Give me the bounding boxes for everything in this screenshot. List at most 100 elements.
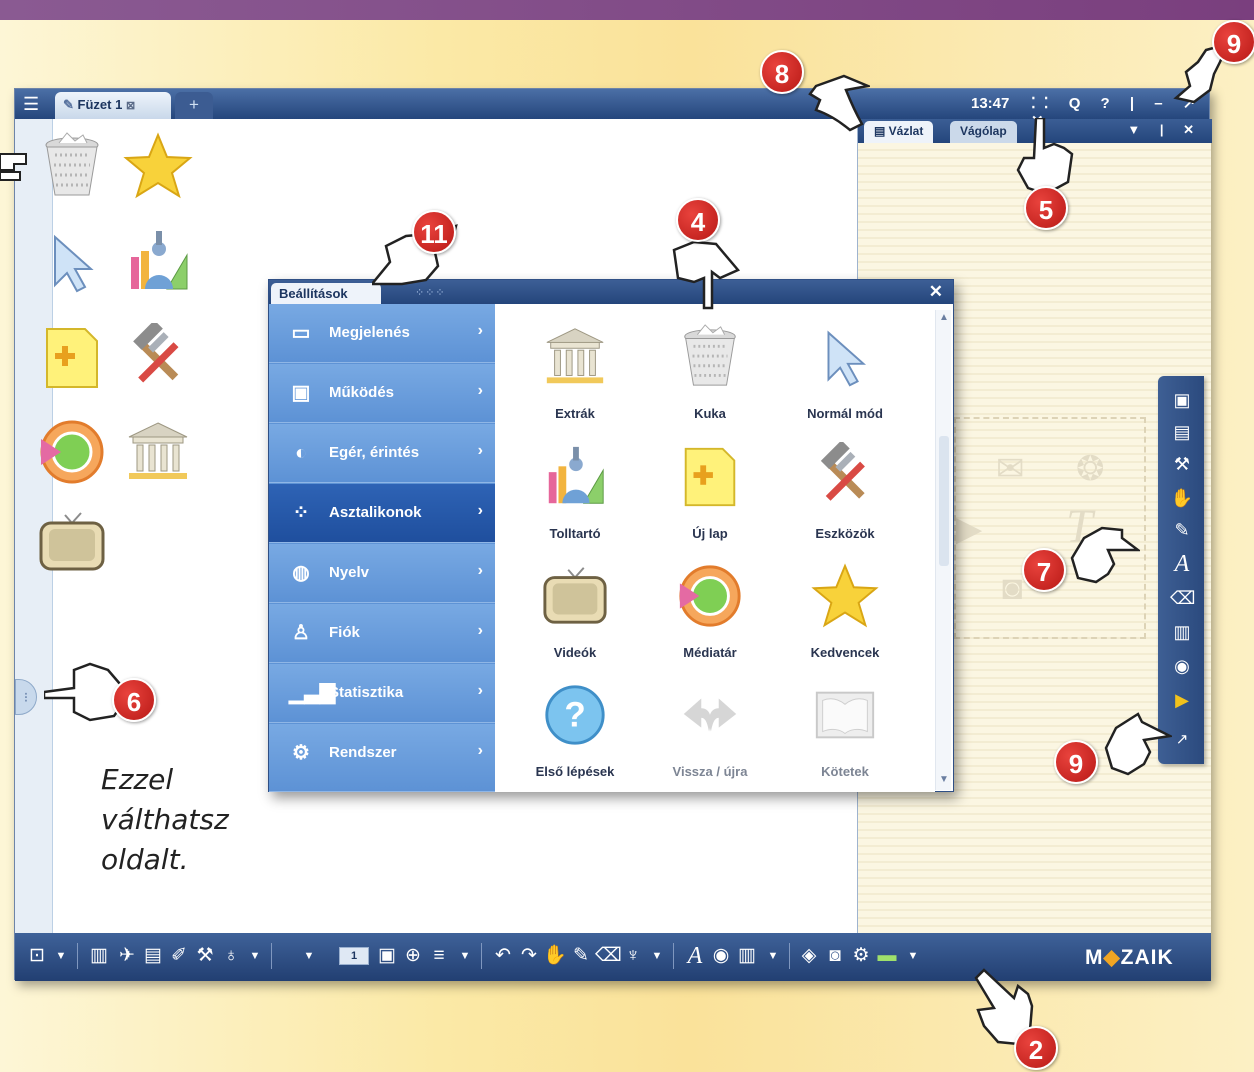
tile-normal-mod[interactable]: Normál mód	[780, 320, 910, 438]
book-icon[interactable]: ▥	[87, 945, 111, 967]
redo-icon[interactable]: ↷	[517, 945, 541, 967]
tile-eszkozok[interactable]: Eszközök	[780, 440, 910, 558]
close-icon[interactable]: ✕	[929, 282, 943, 302]
nav-item-rendszer[interactable]: ⚙ Rendszer ›	[269, 724, 495, 792]
new-page-icon	[684, 447, 736, 507]
page-icon[interactable]: ▤	[141, 945, 165, 967]
extras-icon[interactable]	[123, 417, 193, 487]
screen-icon[interactable]: ◈	[797, 945, 821, 967]
settings-gear-icon[interactable]: ⚙	[849, 945, 873, 967]
nav-item-fiok[interactable]: ♙ Fiók ›	[269, 604, 495, 663]
callout-badge: 11	[412, 210, 456, 254]
nav-item-statisztika[interactable]: ▁▃▇ Statisztika ›	[269, 664, 495, 723]
text-tool-icon[interactable]: A	[1170, 552, 1194, 576]
tile-videok[interactable]: Videók	[510, 559, 640, 677]
media-icon[interactable]: ◉	[1170, 654, 1194, 678]
hammer-icon[interactable]: ⚒	[1170, 452, 1194, 476]
tile-tolltarto[interactable]: Tolltartó	[510, 440, 640, 558]
media-library-icon	[679, 565, 741, 627]
tile-kuka[interactable]: Kuka	[645, 320, 775, 438]
hamburger-menu-icon[interactable]: ☰	[23, 95, 45, 113]
nav-label: Egér, érintés	[329, 444, 420, 461]
bulb-icon[interactable]: ♁	[219, 945, 243, 967]
hammer-icon[interactable]: ⚒	[193, 945, 217, 967]
dropdown-icon[interactable]: ▼	[243, 945, 267, 967]
tab-vazlat[interactable]: ▤ Vázlat	[864, 121, 934, 143]
chevron-right-icon: ›	[477, 742, 483, 759]
tv-icon[interactable]	[37, 507, 107, 577]
scroll-up-icon[interactable]: ▲	[936, 312, 952, 326]
tile-kedvencek[interactable]: Kedvencek	[780, 559, 910, 677]
tile-kotetek[interactable]: Kötetek	[780, 678, 910, 796]
keyboard-icon[interactable]: ▬	[875, 945, 899, 967]
detach-icon[interactable]: ↗	[1170, 728, 1194, 752]
chevron-right-icon: ›	[477, 502, 483, 519]
pen-icon[interactable]: ✎	[1170, 518, 1194, 542]
tile-vissza-ujra[interactable]: Vissza / újra	[645, 678, 775, 796]
tab-close-icon[interactable]: ⊠	[126, 100, 135, 112]
text-tool-icon[interactable]: A	[683, 944, 707, 968]
eraser-icon[interactable]: ⌫	[595, 945, 622, 967]
hand-icon[interactable]: ✋	[1170, 486, 1194, 510]
nav-label: Asztalikonok	[329, 504, 422, 521]
ghost-sticker-icon: ✉	[996, 450, 1025, 488]
tile-uj-lap[interactable]: Új lap	[645, 440, 775, 558]
undo-icon[interactable]: ↶	[491, 945, 515, 967]
top-banner	[0, 0, 1254, 20]
tile-extrak[interactable]: Extrák	[510, 320, 640, 438]
page-number[interactable]: 1	[339, 947, 369, 965]
tv-icon	[543, 567, 607, 624]
media-library-icon[interactable]	[37, 417, 107, 487]
scroll-thumb[interactable]	[939, 436, 949, 566]
tile-elso-lepesek[interactable]: ? Első lépések	[510, 678, 640, 796]
new-page-icon[interactable]	[37, 323, 107, 393]
nav-item-eger-erintes[interactable]: ◐ Egér, érintés ›	[269, 424, 495, 483]
zoom-icon[interactable]: ⊕	[401, 945, 425, 967]
play-icon[interactable]: ▶	[1170, 688, 1194, 712]
star-icon[interactable]	[123, 131, 193, 201]
dialog-scrollbar[interactable]: ▲ ▼	[935, 310, 951, 790]
graduation-icon[interactable]: ✈	[115, 945, 139, 967]
pencils-icon[interactable]: ✐	[167, 945, 191, 967]
nav-item-asztalikonok[interactable]: ⁘ Asztalikonok ›	[269, 484, 495, 543]
separator	[77, 943, 78, 969]
page-edit-icon[interactable]: ▤	[1170, 420, 1194, 444]
nav-item-mukodes[interactable]: ▣ Működés ›	[269, 364, 495, 423]
trash-icon[interactable]	[37, 131, 107, 201]
add-page-icon[interactable]: ▣	[375, 945, 399, 967]
dropdown-icon[interactable]: ▼	[901, 945, 925, 967]
pointer-icon[interactable]	[37, 227, 107, 297]
pen-icon[interactable]: ✎	[569, 945, 593, 967]
board-icon[interactable]: ⊡	[25, 945, 49, 967]
dropdown-icon[interactable]: ▼	[297, 945, 321, 967]
separator	[789, 943, 790, 969]
add-tab-button[interactable]: +	[175, 92, 213, 119]
pencil-case-icon[interactable]	[123, 227, 193, 297]
media-icon[interactable]: ◉	[709, 945, 733, 967]
dropdown-icon[interactable]: ▼	[761, 945, 785, 967]
eraser-icon[interactable]: ⌫	[1170, 586, 1195, 610]
dropdown-icon[interactable]: ▼	[645, 945, 669, 967]
tab-fuzet[interactable]: ✎ Füzet 1 ⊠	[55, 92, 171, 119]
tools-icon	[820, 442, 865, 501]
tile-label: Eszközök	[815, 526, 875, 541]
camera-icon[interactable]: ◙	[823, 945, 847, 967]
delete-icon[interactable]: ▥	[735, 945, 759, 967]
nav-item-nyelv[interactable]: ◍ Nyelv ›	[269, 544, 495, 603]
mouse-icon: ◐	[294, 442, 308, 464]
list-icon[interactable]: ≡	[427, 945, 451, 967]
right-panel-controls[interactable]: ▼ | ✕	[1127, 122, 1202, 138]
dropdown-icon[interactable]: ▼	[453, 945, 477, 967]
dropdown-icon[interactable]: ▼	[49, 945, 73, 967]
scroll-down-icon[interactable]: ▼	[936, 774, 952, 788]
nav-label: Fiók	[329, 624, 360, 641]
nav-label: Működés	[329, 384, 395, 401]
undo-redo-icon	[683, 698, 737, 732]
hand-icon[interactable]: ✋	[543, 945, 567, 967]
nav-item-megjelenes[interactable]: ▭ Megjelenés ›	[269, 304, 495, 363]
add-page-icon[interactable]: ▣	[1170, 388, 1194, 412]
tile-mediatar[interactable]: Médiatár	[645, 559, 775, 677]
pencil-cup-icon[interactable]: ♆	[621, 945, 645, 967]
trash-icon[interactable]: ▥	[1170, 620, 1194, 644]
tools-icon[interactable]	[123, 323, 193, 393]
